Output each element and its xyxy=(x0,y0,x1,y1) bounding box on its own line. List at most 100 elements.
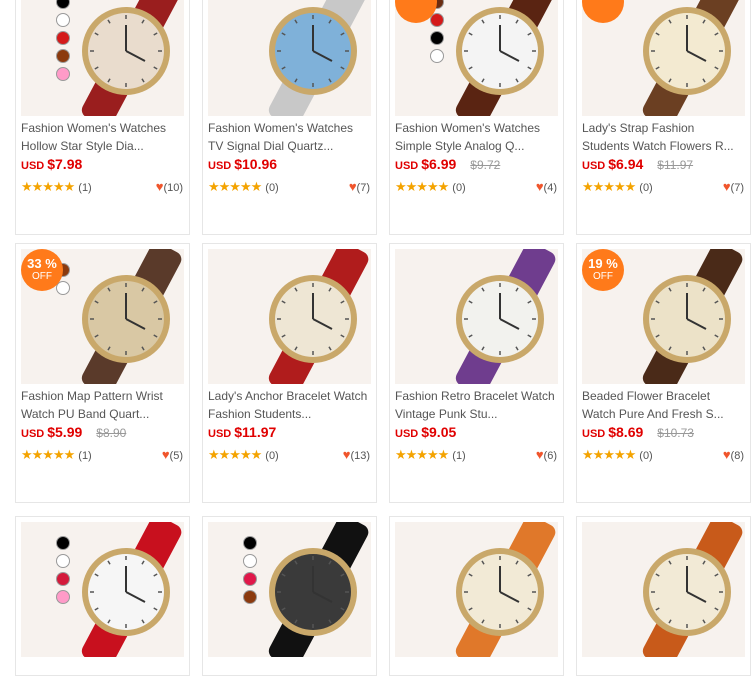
product-title[interactable]: Fashion Women's Watches TV Signal Dial Qu… xyxy=(208,119,373,155)
color-swatch[interactable] xyxy=(243,590,257,604)
review-count[interactable]: (1) xyxy=(78,450,91,462)
product-image-link[interactable]: OFF xyxy=(395,0,558,116)
product-price: $8.69 xyxy=(608,424,644,440)
product-price: $5.99 xyxy=(47,424,83,440)
product-card[interactable]: Fashion Women's Watches Hollow Star Style… xyxy=(15,0,190,235)
product-title-line2: Fashion Students... xyxy=(208,407,312,421)
product-image-link[interactable] xyxy=(582,522,745,657)
star-rating-icon[interactable]: ★★★★★ xyxy=(395,179,449,194)
rating-row: ★★★★★ (0) ♥(7) xyxy=(582,179,747,195)
product-image-link[interactable] xyxy=(208,249,371,384)
favorite-button[interactable]: ♥(7) xyxy=(723,179,744,194)
product-card[interactable]: 33 % OFF Fashion Map Pattern Wrist Watch PU… xyxy=(15,243,190,503)
review-count[interactable]: (0) xyxy=(639,182,652,194)
color-swatch[interactable] xyxy=(56,536,70,550)
product-image-link[interactable] xyxy=(21,522,184,657)
favorite-button[interactable]: ♥(8) xyxy=(723,447,744,462)
product-title-line1: Lady's Strap Fashion xyxy=(582,121,695,135)
star-rating-icon[interactable]: ★★★★★ xyxy=(208,447,262,462)
product-title[interactable]: Fashion Retro Bracelet Watch Vintage Punk… xyxy=(395,387,560,423)
review-count[interactable]: (1) xyxy=(78,182,91,194)
product-card[interactable] xyxy=(576,516,751,676)
star-rating-icon[interactable]: ★★★★★ xyxy=(21,179,75,194)
review-count[interactable]: (0) xyxy=(265,450,278,462)
heart-icon: ♥ xyxy=(161,447,170,462)
product-card[interactable]: OFF Lady's Strap Fashion Students Watch Fl… xyxy=(576,0,751,235)
rating-row: ★★★★★ (0) ♥(7) xyxy=(208,179,373,195)
color-swatch[interactable] xyxy=(243,572,257,586)
favorite-button[interactable]: ♥(10) xyxy=(156,179,183,194)
product-card[interactable] xyxy=(389,516,564,676)
star-rating-icon[interactable]: ★★★★★ xyxy=(21,447,75,462)
color-swatch[interactable] xyxy=(56,572,70,586)
favorite-count: (7) xyxy=(356,182,370,194)
color-swatches xyxy=(243,536,257,608)
product-card[interactable]: Fashion Retro Bracelet Watch Vintage Punk… xyxy=(389,243,564,503)
product-title[interactable]: Lady's Anchor Bracelet Watch Fashion Stud… xyxy=(208,387,373,423)
product-image-link[interactable] xyxy=(21,0,184,116)
product-card[interactable] xyxy=(202,516,377,676)
color-swatch[interactable] xyxy=(56,554,70,568)
product-price: $11.97 xyxy=(234,424,277,440)
product-image-link[interactable] xyxy=(208,0,371,116)
favorite-button[interactable]: ♥(4) xyxy=(536,179,557,194)
rating-row: ★★★★★ (1) ♥(6) xyxy=(395,447,560,463)
color-swatch[interactable] xyxy=(56,67,70,81)
product-title[interactable]: Lady's Strap Fashion Students Watch Flowe… xyxy=(582,119,747,155)
star-rating-icon[interactable]: ★★★★★ xyxy=(582,179,636,194)
product-price: $6.99 xyxy=(421,156,457,172)
product-image-link[interactable] xyxy=(395,249,558,384)
heart-icon: ♥ xyxy=(722,447,731,462)
product-card[interactable]: 19 % OFF Beaded Flower Bracelet Watch Pure … xyxy=(576,243,751,503)
product-image-link[interactable]: 19 % OFF xyxy=(582,249,745,384)
heart-icon: ♥ xyxy=(348,179,357,194)
product-title[interactable]: Fashion Women's Watches Simple Style Anal… xyxy=(395,119,560,155)
star-rating-icon[interactable]: ★★★★★ xyxy=(208,179,262,194)
product-title[interactable]: Fashion Women's Watches Hollow Star Style… xyxy=(21,119,186,155)
color-swatch[interactable] xyxy=(430,31,444,45)
color-swatch[interactable] xyxy=(243,554,257,568)
favorite-count: (7) xyxy=(730,182,744,194)
product-title-line2: Watch PU Band Quart... xyxy=(21,407,150,421)
color-swatch[interactable] xyxy=(56,49,70,63)
product-title[interactable]: Fashion Map Pattern Wrist Watch PU Band Q… xyxy=(21,387,186,423)
product-price: $6.94 xyxy=(608,156,644,172)
product-image-link[interactable]: 33 % OFF xyxy=(21,249,184,384)
color-swatch[interactable] xyxy=(56,0,70,9)
original-price: $9.72 xyxy=(470,158,501,172)
review-count[interactable]: (0) xyxy=(639,450,652,462)
product-title-line1: Fashion Women's Watches xyxy=(208,121,354,135)
discount-badge: 33 % OFF xyxy=(21,249,63,291)
product-card[interactable] xyxy=(15,516,190,676)
color-swatch[interactable] xyxy=(243,536,257,550)
product-image-link[interactable] xyxy=(208,522,371,657)
product-card[interactable]: Lady's Anchor Bracelet Watch Fashion Stud… xyxy=(202,243,377,503)
color-swatch[interactable] xyxy=(56,13,70,27)
price-row: USD $10.96 xyxy=(208,156,373,176)
heart-icon: ♥ xyxy=(535,179,544,194)
price-row: USD $9.05 xyxy=(395,424,560,444)
review-count[interactable]: (1) xyxy=(452,450,465,462)
discount-percent: 33 % xyxy=(27,256,57,271)
product-price: $7.98 xyxy=(47,156,83,172)
favorite-count: (4) xyxy=(543,182,557,194)
star-rating-icon[interactable]: ★★★★★ xyxy=(582,447,636,462)
product-card[interactable]: Fashion Women's Watches TV Signal Dial Qu… xyxy=(202,0,377,235)
color-swatch[interactable] xyxy=(56,590,70,604)
product-title[interactable]: Beaded Flower Bracelet Watch Pure And Fre… xyxy=(582,387,747,423)
product-card[interactable]: OFF Fashion Women's Watches Simple Style A… xyxy=(389,0,564,235)
review-count[interactable]: (0) xyxy=(265,182,278,194)
product-image-link[interactable]: OFF xyxy=(582,0,745,116)
review-count[interactable]: (0) xyxy=(452,182,465,194)
discount-off-label: OFF xyxy=(395,0,437,2)
currency-label: USD xyxy=(582,160,606,172)
product-image-link[interactable] xyxy=(395,522,558,657)
favorite-button[interactable]: ♥(5) xyxy=(162,447,183,462)
favorite-button[interactable]: ♥(7) xyxy=(349,179,370,194)
favorite-button[interactable]: ♥(6) xyxy=(536,447,557,462)
color-swatch[interactable] xyxy=(56,31,70,45)
star-rating-icon[interactable]: ★★★★★ xyxy=(395,447,449,462)
color-swatch[interactable] xyxy=(430,49,444,63)
product-title-line2: Vintage Punk Stu... xyxy=(395,407,498,421)
favorite-button[interactable]: ♥(13) xyxy=(343,447,370,462)
